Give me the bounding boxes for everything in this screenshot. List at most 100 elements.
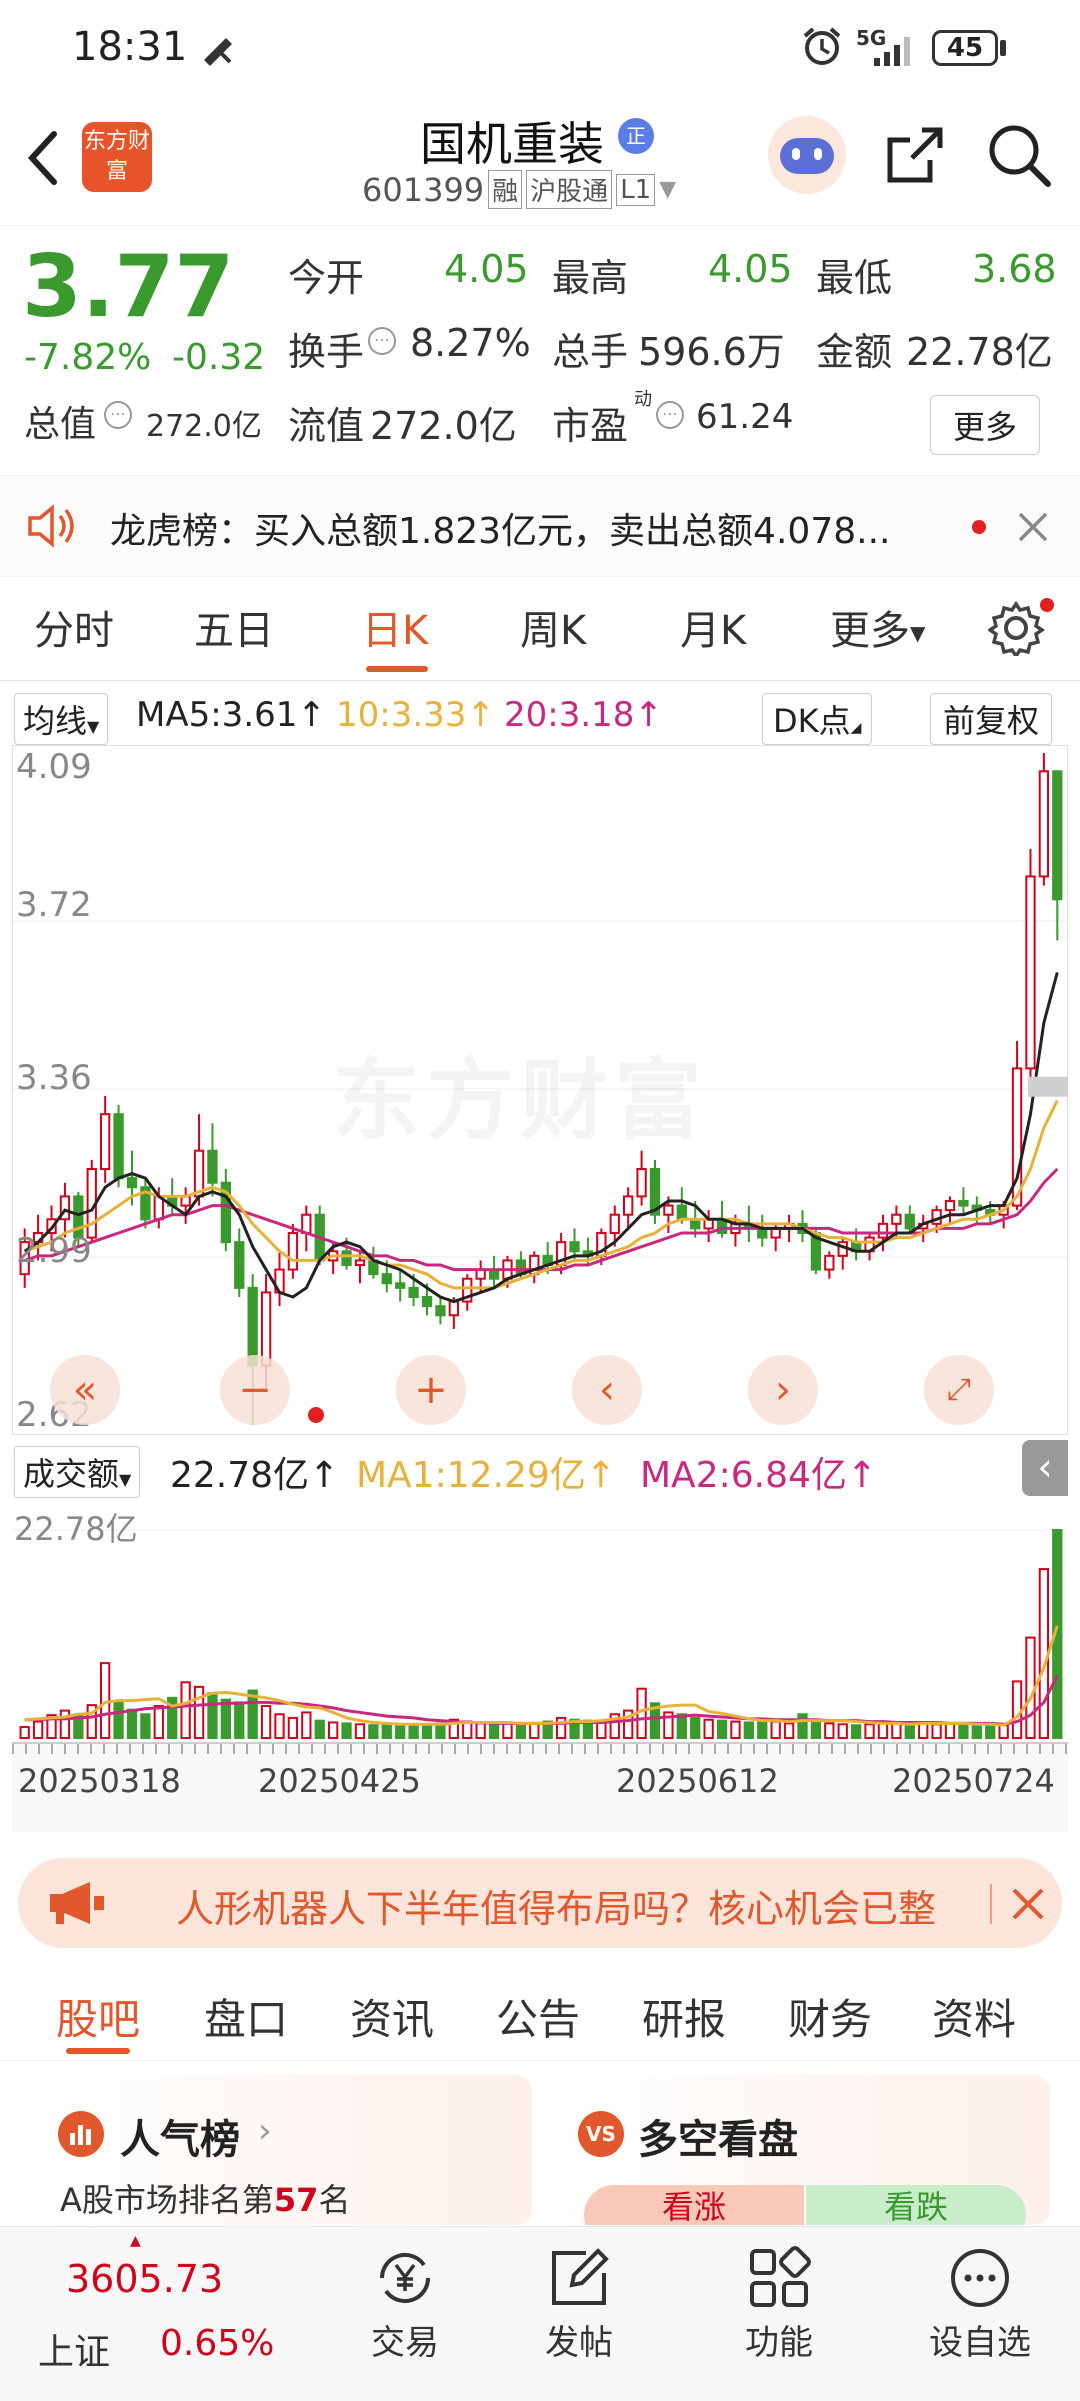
info-icon[interactable]: ⋯ bbox=[368, 327, 396, 355]
dropdown-caret-icon[interactable]: ▼ bbox=[659, 177, 676, 202]
rank-number: 57 bbox=[273, 2181, 319, 2219]
open-label: 今开 bbox=[288, 256, 365, 300]
feature-cards: 人气榜 › A股市场排名第57名 VS 多空看盘 看涨 看跌 bbox=[0, 2075, 1080, 2225]
low-value: 3.68 bbox=[972, 247, 1057, 291]
volume-bar bbox=[730, 1720, 741, 1739]
kline-chart[interactable]: 东方财富 4.09 3.72 3.36 2.99 2.62 « − + ‹ › … bbox=[12, 745, 1068, 1435]
candle-body bbox=[824, 1254, 835, 1271]
volume-bar bbox=[837, 1723, 848, 1739]
volume-ma1: MA1:12.29亿↑ bbox=[356, 1455, 616, 1496]
bullish-button[interactable]: 看涨 bbox=[584, 2185, 804, 2225]
back-arrow-icon[interactable] bbox=[24, 128, 64, 188]
volume-bar bbox=[783, 1722, 795, 1739]
edit-icon bbox=[552, 2248, 609, 2305]
volume-bar bbox=[770, 1720, 781, 1739]
settings-badge bbox=[1040, 598, 1054, 612]
tab-profile[interactable]: 资料 bbox=[932, 1986, 1016, 2047]
long-short-card[interactable]: VS 多空看盘 看涨 看跌 bbox=[554, 2075, 1050, 2225]
event-marker[interactable] bbox=[308, 1407, 324, 1423]
volume-bar bbox=[140, 1713, 151, 1739]
tab-research[interactable]: 研报 bbox=[642, 1986, 726, 2047]
index-value: 3605.73 bbox=[66, 2257, 224, 2301]
tab-five-day[interactable]: 五日 bbox=[194, 598, 274, 656]
scroll-right-button[interactable]: › bbox=[748, 1355, 818, 1425]
fullscreen-button[interactable]: ⤢ bbox=[924, 1355, 994, 1425]
candle-body bbox=[301, 1213, 312, 1235]
volume-bar bbox=[1038, 1568, 1050, 1739]
candle-body bbox=[448, 1300, 459, 1317]
close-icon[interactable] bbox=[1016, 510, 1050, 544]
banner-divider bbox=[990, 1884, 992, 1924]
tab-intraday[interactable]: 分时 bbox=[34, 598, 114, 656]
share-icon[interactable] bbox=[882, 124, 946, 188]
volume-bar bbox=[850, 1724, 862, 1740]
settings-gear-icon[interactable] bbox=[988, 598, 1046, 656]
candle-body bbox=[1038, 770, 1050, 878]
volume-indicator-selector[interactable]: 成交额▼ bbox=[14, 1446, 141, 1498]
nav-add-watchlist[interactable]: 设自选 bbox=[900, 2235, 1060, 2395]
candle-body bbox=[904, 1213, 915, 1230]
zoom-out-button[interactable]: − bbox=[220, 1355, 290, 1425]
news-banner[interactable]: 人形机器人下半年值得布局吗？核心机会已整 bbox=[18, 1858, 1062, 1948]
candle-body bbox=[569, 1241, 580, 1253]
mcap-info-icon[interactable]: ⋯ bbox=[104, 401, 132, 429]
tab-announcements[interactable]: 公告 bbox=[496, 1986, 580, 2047]
nav-post[interactable]: 发帖 bbox=[504, 2235, 654, 2395]
volume-bar bbox=[797, 1713, 808, 1739]
volume-bar bbox=[341, 1722, 352, 1739]
popularity-icon bbox=[58, 2111, 104, 2157]
date-label-3: 20250612 bbox=[616, 1762, 779, 1800]
adjust-button[interactable]: 前复权 bbox=[930, 693, 1053, 745]
volume-bar bbox=[716, 1719, 728, 1739]
change-pct: -7.82% bbox=[24, 337, 152, 378]
date-label-4: 20250724 bbox=[892, 1762, 1055, 1800]
dragon-tiger-bar[interactable]: 龙虎榜：买入总额1.823亿元，卖出总额4.078... bbox=[0, 475, 1080, 577]
tab-more-caret-icon: ▼ bbox=[910, 621, 926, 645]
long-short-title: 多空看盘 bbox=[638, 2117, 798, 2163]
price-label-2: 3.72 bbox=[16, 885, 92, 925]
low-label: 最低 bbox=[816, 256, 893, 300]
watermark: 东方财富 bbox=[332, 1030, 708, 1157]
candle-body bbox=[944, 1200, 956, 1212]
popularity-card[interactable]: 人气榜 › A股市场排名第57名 bbox=[36, 2075, 532, 2225]
more-quote-button[interactable]: 更多 bbox=[930, 395, 1041, 455]
ma5-label: MA5:3.61↑ bbox=[136, 695, 326, 735]
zoom-in-button[interactable]: + bbox=[396, 1355, 466, 1425]
ma-legend-bar: 均线▼ MA5:3.61↑ 10:3.33↑ 20:3.18↑ DK点◢ 前复权 bbox=[0, 685, 1080, 745]
volume-bar bbox=[757, 1718, 768, 1740]
turnover-label: 换手 bbox=[288, 330, 365, 374]
tab-news[interactable]: 资讯 bbox=[350, 1986, 434, 2047]
tab-more[interactable]: 更多▼ bbox=[830, 598, 925, 656]
nav-trade[interactable]: 交易 bbox=[330, 2235, 480, 2395]
tab-daily-k[interactable]: 日K bbox=[362, 598, 428, 656]
pe-info-icon[interactable]: ⋯ bbox=[656, 401, 684, 429]
high-label: 最高 bbox=[552, 256, 629, 300]
volume-chart[interactable]: 22.78亿 bbox=[12, 1500, 1068, 1740]
tab-finance[interactable]: 财务 bbox=[788, 1986, 872, 2047]
chevron-right-icon: › bbox=[258, 2111, 272, 2151]
tab-weekly-k[interactable]: 周K bbox=[520, 598, 586, 656]
indicator-selector[interactable]: 均线▼ bbox=[14, 693, 109, 745]
date-label-2: 20250425 bbox=[258, 1762, 421, 1800]
open-value: 4.05 bbox=[444, 247, 529, 291]
bearish-button[interactable]: 看跌 bbox=[806, 2185, 1026, 2225]
tab-guba[interactable]: 股吧 bbox=[56, 1986, 140, 2047]
scroll-start-button[interactable]: « bbox=[50, 1355, 120, 1425]
candle-body bbox=[623, 1195, 634, 1216]
bottom-nav: 3605.73 ▲ 上证 0.65% 交易 发帖 功能 设自选 bbox=[0, 2226, 1080, 2401]
high-value: 4.05 bbox=[708, 247, 793, 291]
banner-close-icon[interactable] bbox=[1010, 1886, 1046, 1922]
search-icon[interactable] bbox=[986, 122, 1052, 188]
tab-pankou[interactable]: 盘口 bbox=[204, 1986, 288, 2047]
nav-functions[interactable]: 功能 bbox=[704, 2235, 854, 2395]
robot-assistant-icon[interactable] bbox=[768, 116, 846, 194]
tab-monthly-k[interactable]: 月K bbox=[680, 598, 746, 656]
level-tag: L1 bbox=[616, 173, 656, 206]
collapse-panel-button[interactable]: ‹ bbox=[1022, 1440, 1068, 1496]
candle-body bbox=[663, 1204, 674, 1216]
scroll-left-button[interactable]: ‹ bbox=[572, 1355, 642, 1425]
official-badge: 正 bbox=[618, 118, 654, 154]
volume-bar bbox=[260, 1705, 272, 1740]
dk-point-button[interactable]: DK点◢ bbox=[762, 693, 873, 745]
candle-body bbox=[381, 1273, 392, 1285]
